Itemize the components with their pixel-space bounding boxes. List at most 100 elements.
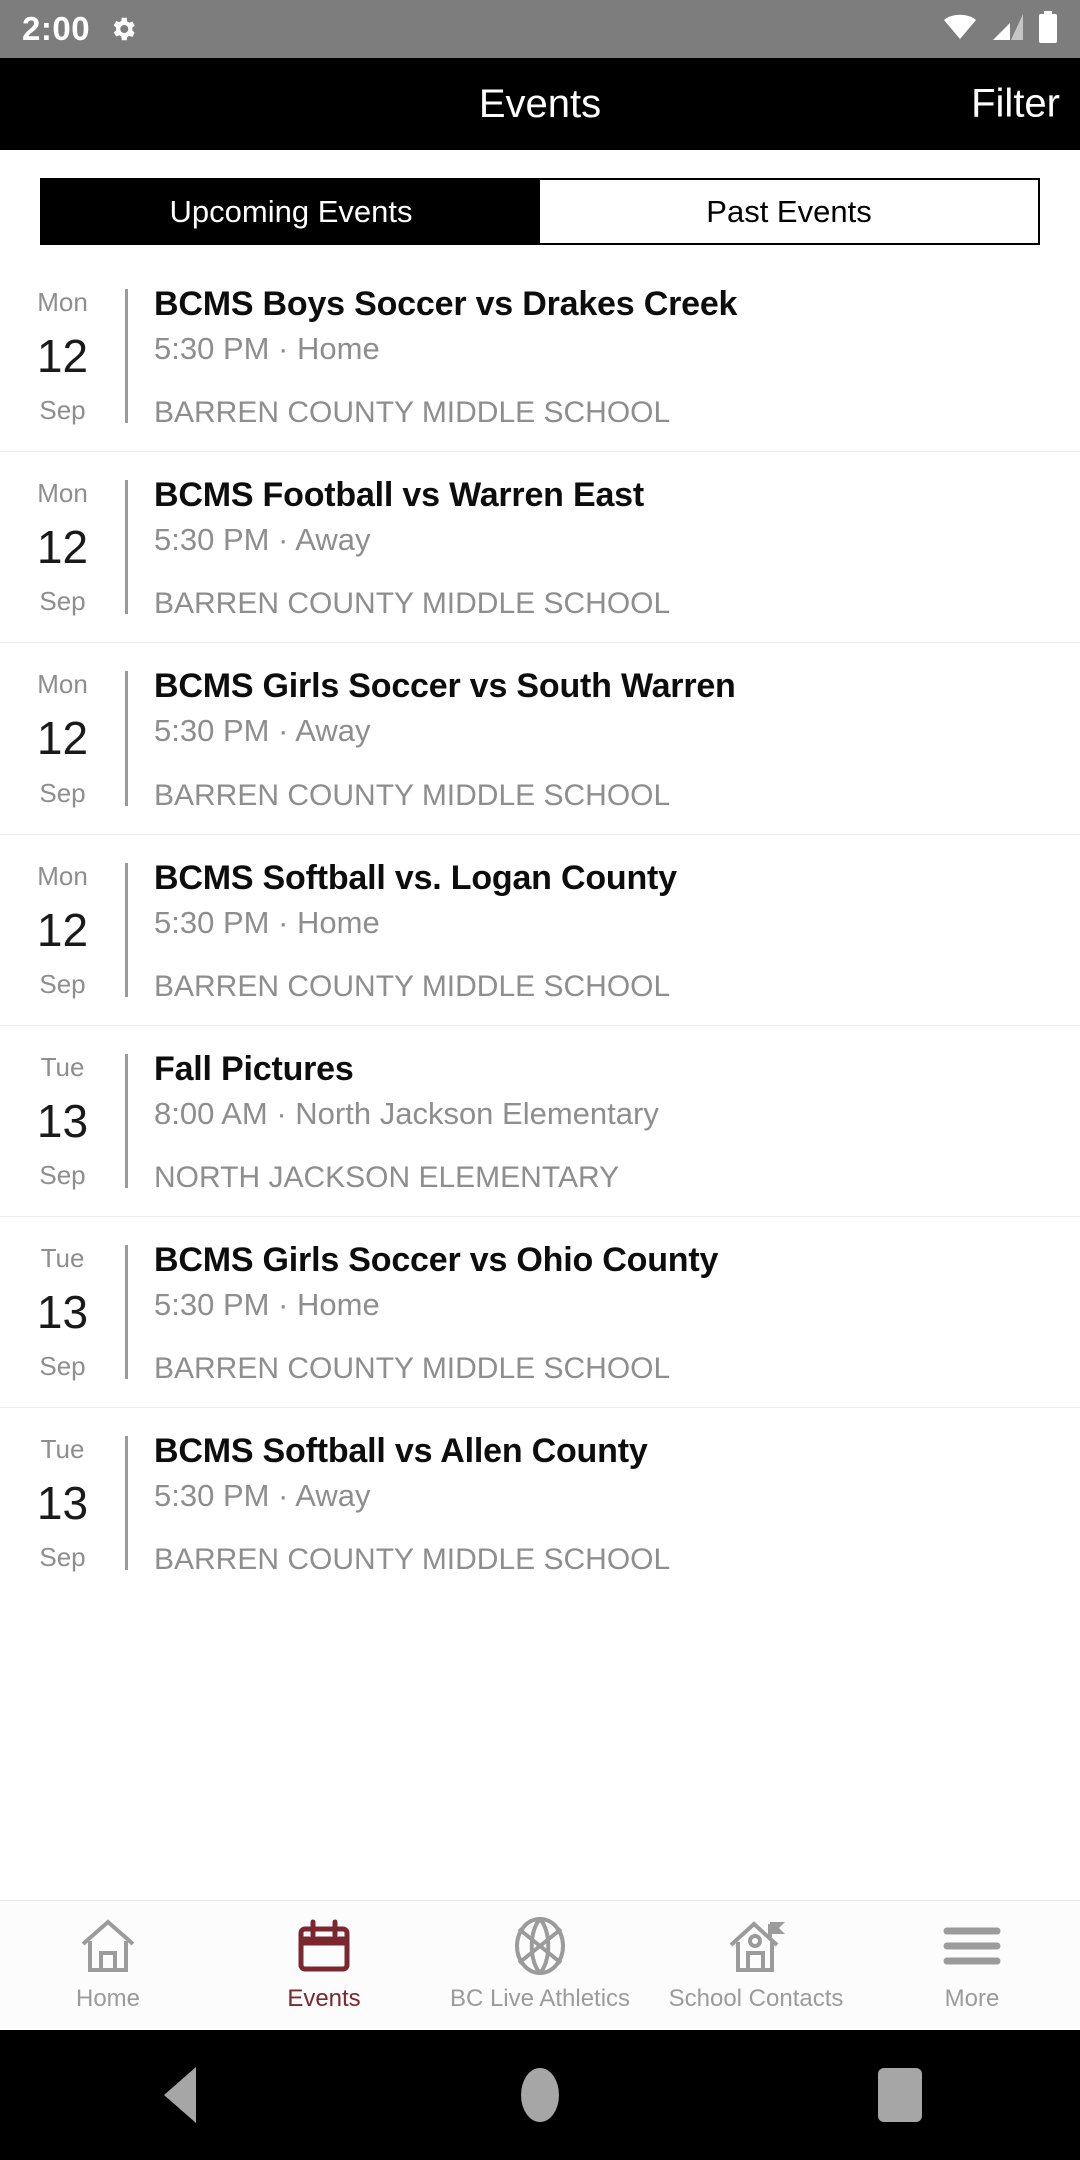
android-back-button[interactable] (90, 2030, 270, 2160)
event-time-and-venue: 5:30 PM · Home (154, 331, 380, 367)
nav-label-home: Home (75, 1985, 141, 2012)
event-day-of-week: Mon (37, 287, 88, 317)
event-day-number: 13 (36, 1094, 89, 1147)
event-list-item[interactable]: Mon 12 Sep BCMS Girls Soccer vs South Warre… (0, 643, 1080, 835)
event-time-and-venue: 5:30 PM · Home (154, 1286, 380, 1322)
event-school: BARREN COUNTY MIDDLE SCHOOL (154, 587, 671, 621)
event-date: Mon 12 Sep (0, 476, 125, 620)
event-date: Tue 13 Sep (0, 1432, 125, 1576)
bottom-navigation: Home Events BC Live Athletics School Con… (0, 1900, 1080, 2030)
calendar-icon (295, 1915, 353, 1977)
event-time-and-venue: 5:30 PM · Away (154, 522, 371, 558)
event-list-item[interactable]: Tue 13 Sep BCMS Girls Soccer vs Ohio County… (0, 1217, 1080, 1409)
event-month: Sep (39, 1159, 86, 1190)
event-month: Sep (39, 777, 86, 808)
event-details: BCMS Girls Soccer vs South Warren 5:30 PM… (128, 667, 1080, 811)
status-bar: 2:00 (0, 0, 1080, 58)
school-building-icon (725, 1915, 787, 1977)
event-school: BARREN COUNTY MIDDLE SCHOOL (154, 1352, 671, 1386)
nav-label-school-contacts: School Contacts (668, 1985, 844, 2012)
event-date: Mon 12 Sep (0, 859, 125, 1003)
tab-bar: Upcoming Events Past Events (40, 178, 1040, 245)
home-circle-icon (521, 2068, 559, 2122)
event-date: Tue 13 Sep (0, 1241, 125, 1385)
event-school: BARREN COUNTY MIDDLE SCHOOL (154, 778, 671, 812)
event-day-number: 12 (36, 330, 89, 383)
status-bar-clock: 2:00 (22, 10, 91, 47)
event-date: Mon 12 Sep (0, 667, 125, 811)
filter-button[interactable]: Filter (971, 82, 1060, 127)
event-list-item[interactable]: Tue 13 Sep BCMS Softball vs Allen County 5:3… (0, 1408, 1080, 1598)
event-title: BCMS Softball vs Allen County (154, 1432, 648, 1471)
page-title: Events (478, 81, 602, 126)
event-month: Sep (39, 1542, 86, 1573)
basketball-icon (511, 1915, 569, 1977)
event-day-number: 13 (36, 1285, 89, 1338)
event-month: Sep (39, 395, 86, 426)
nav-item-home[interactable]: Home (0, 1915, 216, 2013)
tab-bar-container: Upcoming Events Past Events (0, 150, 1080, 245)
event-time-and-venue: 5:30 PM · Away (154, 1478, 371, 1514)
home-icon (77, 1915, 139, 1977)
hamburger-menu-icon (941, 1915, 1003, 1977)
android-home-button[interactable] (450, 2030, 630, 2160)
event-details: BCMS Softball vs Allen County 5:30 PM · A… (128, 1432, 1080, 1576)
event-title: BCMS Girls Soccer vs South Warren (154, 667, 736, 706)
nav-item-more[interactable]: More (864, 1915, 1080, 2013)
cellular-signal-icon (991, 12, 1025, 47)
battery-icon (1038, 10, 1058, 48)
event-details: BCMS Football vs Warren East 5:30 PM · Aw… (128, 476, 1080, 620)
event-time-and-venue: 8:00 AM · North Jackson Elementary (154, 1095, 659, 1131)
event-day-of-week: Tue (40, 1434, 85, 1465)
event-title: BCMS Softball vs. Logan County (154, 858, 677, 897)
event-time-and-venue: 5:30 PM · Away (154, 713, 371, 749)
event-title: BCMS Football vs Warren East (154, 476, 645, 515)
event-list-item[interactable]: Mon 12 Sep BCMS Boys Soccer vs Drakes Creek… (0, 261, 1080, 453)
app-bar: Events Filter (0, 58, 1080, 150)
wifi-icon (942, 12, 978, 47)
recents-square-icon (878, 2068, 922, 2122)
event-details: BCMS Girls Soccer vs Ohio County 5:30 PM … (128, 1241, 1080, 1385)
nav-item-events[interactable]: Events (216, 1915, 432, 2013)
event-details: BCMS Softball vs. Logan County 5:30 PM · … (128, 859, 1080, 1003)
event-day-number: 12 (36, 521, 89, 574)
event-school: BARREN COUNTY MIDDLE SCHOOL (154, 1543, 671, 1577)
event-list-item[interactable]: Mon 12 Sep BCMS Football vs Warren East 5:30… (0, 452, 1080, 644)
event-title: BCMS Girls Soccer vs Ohio County (154, 1240, 719, 1279)
event-school: BARREN COUNTY MIDDLE SCHOOL (154, 969, 671, 1003)
android-recents-button[interactable] (810, 2030, 990, 2160)
event-list-item[interactable]: Tue 13 Sep Fall Pictures 8:00 AM · North Jac… (0, 1026, 1080, 1217)
nav-label-events: Events (287, 1985, 361, 2012)
event-school: BARREN COUNTY MIDDLE SCHOOL (154, 396, 671, 430)
event-month: Sep (39, 968, 86, 999)
event-date: Mon 12 Sep (0, 285, 125, 429)
event-day-of-week: Mon (37, 669, 88, 700)
gear-icon (108, 14, 138, 44)
event-details: BCMS Boys Soccer vs Drakes Creek 5:30 PM … (128, 285, 1080, 429)
android-system-navigation (0, 2030, 1080, 2160)
event-title: Fall Pictures (154, 1049, 354, 1088)
event-day-number: 13 (36, 1477, 89, 1530)
status-bar-indicators (942, 10, 1058, 48)
tab-past-events[interactable]: Past Events (540, 180, 1038, 243)
event-date: Tue 13 Sep (0, 1050, 125, 1194)
tab-upcoming-events[interactable]: Upcoming Events (42, 180, 540, 243)
event-time-and-venue: 5:30 PM · Home (154, 904, 380, 940)
event-details: Fall Pictures 8:00 AM · North Jackson Ele… (128, 1050, 1080, 1194)
back-triangle-icon (164, 2067, 196, 2123)
event-day-of-week: Mon (37, 478, 88, 509)
event-title: BCMS Boys Soccer vs Drakes Creek (154, 285, 738, 323)
event-day-of-week: Tue (40, 1051, 85, 1082)
event-day-of-week: Mon (37, 860, 88, 891)
event-month: Sep (39, 1351, 86, 1382)
event-school: NORTH JACKSON ELEMENTARY (154, 1160, 620, 1194)
nav-item-school-contacts[interactable]: School Contacts (648, 1915, 864, 2013)
nav-label-more: More (944, 1985, 1000, 2012)
app-screen: 2:00 Events Filter Upcoming Events Past … (0, 0, 1080, 2160)
event-day-of-week: Tue (40, 1242, 85, 1273)
nav-item-bc-live-athletics[interactable]: BC Live Athletics (432, 1915, 648, 2013)
event-list[interactable]: Mon 12 Sep BCMS Boys Soccer vs Drakes Creek… (0, 245, 1080, 1598)
nav-label-bc-live-athletics: BC Live Athletics (449, 1985, 631, 2012)
event-list-item[interactable]: Mon 12 Sep BCMS Softball vs. Logan County 5:… (0, 835, 1080, 1026)
event-month: Sep (39, 586, 86, 617)
